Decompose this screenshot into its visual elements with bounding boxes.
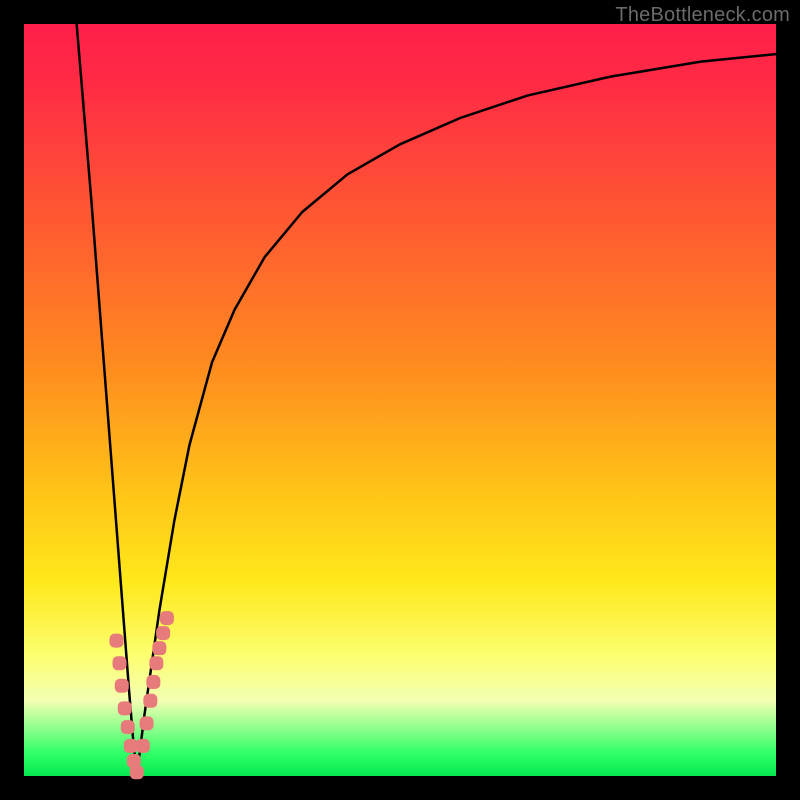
marker-point bbox=[152, 641, 166, 655]
marker-point bbox=[149, 656, 163, 670]
curve-left-arm bbox=[77, 24, 137, 776]
marker-point bbox=[110, 634, 124, 648]
marker-point bbox=[143, 694, 157, 708]
marker-point bbox=[160, 611, 174, 625]
chart-svg bbox=[24, 24, 776, 776]
marker-point bbox=[140, 716, 154, 730]
marker-point bbox=[124, 739, 138, 753]
attribution-text: TheBottleneck.com bbox=[615, 4, 790, 27]
marker-point bbox=[136, 739, 150, 753]
marker-point bbox=[121, 720, 135, 734]
marker-point bbox=[115, 679, 129, 693]
plot-area bbox=[24, 24, 776, 776]
marker-point bbox=[146, 675, 160, 689]
curve-right-arm bbox=[137, 54, 776, 776]
marker-point bbox=[156, 626, 170, 640]
marker-point bbox=[113, 656, 127, 670]
chart-frame: TheBottleneck.com bbox=[0, 0, 800, 800]
marker-point bbox=[130, 765, 144, 779]
marker-point bbox=[118, 701, 132, 715]
